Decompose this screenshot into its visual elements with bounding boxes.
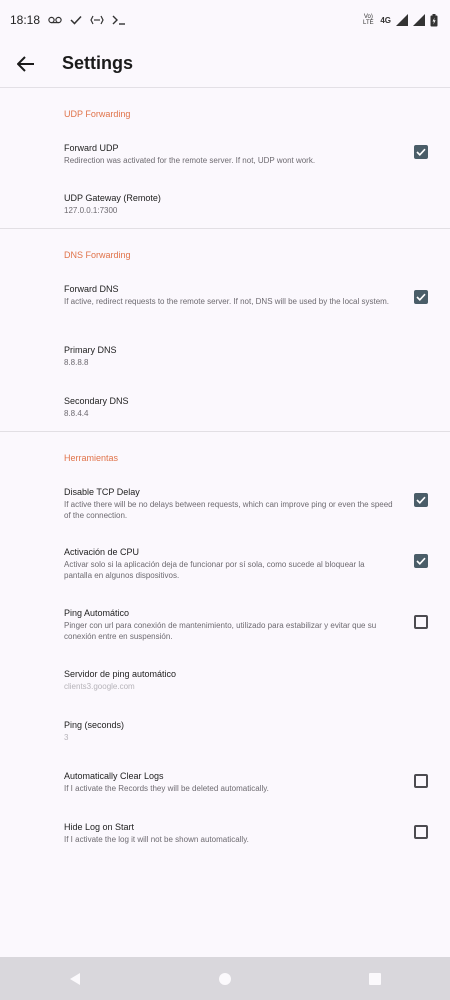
arrow-left-icon: [17, 55, 34, 72]
pref-summary: 8.8.8.8: [64, 358, 89, 367]
app-bar: Settings: [0, 40, 450, 88]
auto-ping-checkbox[interactable]: [414, 615, 428, 629]
pref-cpu-activation[interactable]: Activación de CPU Activar solo si la apl…: [64, 546, 394, 581]
pref-title: Ping (seconds): [64, 720, 125, 730]
hide-log-on-start-checkbox[interactable]: [414, 825, 428, 839]
voicemail-icon: [48, 13, 62, 27]
recents-square-icon: [369, 972, 381, 985]
disable-tcp-delay-checkbox[interactable]: [414, 493, 428, 507]
pref-summary: 8.8.4.4: [64, 409, 89, 418]
signal-icon: [396, 13, 408, 27]
pref-title: Secondary DNS: [64, 396, 129, 406]
pref-forward-dns[interactable]: Forward DNS If active, redirect requests…: [64, 283, 394, 307]
signal-icon: [413, 13, 425, 27]
section-header-dns: DNS Forwarding: [64, 250, 131, 260]
nav-back-button[interactable]: [55, 964, 95, 994]
pref-title: Activación de CPU: [64, 547, 140, 557]
pref-summary: If I activate the log it will not be sho…: [64, 835, 249, 844]
network-type: 4G: [380, 15, 391, 25]
pref-title: Primary DNS: [64, 345, 117, 355]
section-divider: [0, 431, 450, 432]
pref-title: Hide Log on Start: [64, 822, 135, 832]
pref-title: Disable TCP Delay: [64, 487, 140, 497]
pref-summary: If I activate the Records they will be d…: [64, 784, 269, 793]
pref-disable-tcp-delay[interactable]: Disable TCP Delay If active there will b…: [64, 486, 394, 521]
nav-home-button[interactable]: [205, 964, 245, 994]
pref-title: Forward UDP: [64, 143, 119, 153]
pref-udp-gateway[interactable]: UDP Gateway (Remote) 127.0.0.1:7300: [64, 192, 394, 216]
pref-summary: clients3.google.com: [64, 682, 135, 691]
forward-udp-checkbox[interactable]: [414, 145, 428, 159]
back-button[interactable]: [14, 52, 38, 76]
pref-ping-seconds[interactable]: Ping (seconds) 3: [64, 719, 394, 743]
page-title: Settings: [62, 53, 134, 73]
pref-auto-clear-logs[interactable]: Automatically Clear Logs If I activate t…: [64, 770, 394, 794]
terminal-icon: [112, 13, 126, 27]
pref-summary: If active there will be no delays betwee…: [64, 500, 393, 520]
pref-ping-server[interactable]: Servidor de ping automático clients3.goo…: [64, 668, 394, 692]
check-icon: [416, 496, 426, 504]
pref-hide-log-on-start[interactable]: Hide Log on Start If I activate the log …: [64, 821, 394, 845]
check-icon: [416, 293, 426, 301]
pref-summary: If active, redirect requests to the remo…: [64, 297, 390, 306]
vpn-key-icon: [90, 13, 104, 27]
pref-auto-ping[interactable]: Ping Automático Pinger con url para cone…: [64, 607, 394, 642]
pref-summary: Pinger con url para conexión de mantenim…: [64, 621, 377, 641]
back-triangle-icon: [70, 972, 80, 985]
forward-dns-checkbox[interactable]: [414, 290, 428, 304]
system-nav-bar: [0, 957, 450, 1000]
pref-secondary-dns[interactable]: Secondary DNS 8.8.4.4: [64, 395, 394, 419]
status-right: Vo) LTE 4G: [361, 13, 438, 27]
check-icon: [416, 148, 426, 156]
pref-title: Ping Automático: [64, 608, 130, 618]
pref-title: Automatically Clear Logs: [64, 771, 164, 781]
pref-forward-udp[interactable]: Forward UDP Redirection was activated fo…: [64, 142, 394, 166]
battery-icon: [430, 13, 438, 27]
section-divider: [0, 228, 450, 229]
cpu-activation-checkbox[interactable]: [414, 554, 428, 568]
pref-title: UDP Gateway (Remote): [64, 193, 161, 203]
nav-recents-button[interactable]: [355, 964, 395, 994]
pref-summary: Redirection was activated for the remote…: [64, 156, 316, 165]
pref-summary: 127.0.0.1:7300: [64, 206, 118, 215]
home-circle-icon: [219, 972, 231, 985]
section-header-tools: Herramientas: [64, 453, 119, 463]
pref-summary: 3: [64, 733, 69, 742]
pref-primary-dns[interactable]: Primary DNS 8.8.8.8: [64, 344, 394, 368]
pref-title: Servidor de ping automático: [64, 669, 177, 679]
status-time: 18:18: [10, 13, 41, 27]
check-icon: [416, 557, 426, 565]
pref-title: Forward DNS: [64, 284, 119, 294]
pref-summary: Activar solo si la aplicación deja de fu…: [64, 560, 365, 580]
status-bar: 18:18 Vo) LTE 4G: [0, 0, 450, 40]
section-header-udp: UDP Forwarding: [64, 109, 131, 119]
volte-indicator: Vo) LTE: [363, 14, 374, 26]
status-left: 18:18: [10, 13, 126, 27]
check-icon: [70, 13, 82, 27]
auto-clear-logs-checkbox[interactable]: [414, 774, 428, 788]
